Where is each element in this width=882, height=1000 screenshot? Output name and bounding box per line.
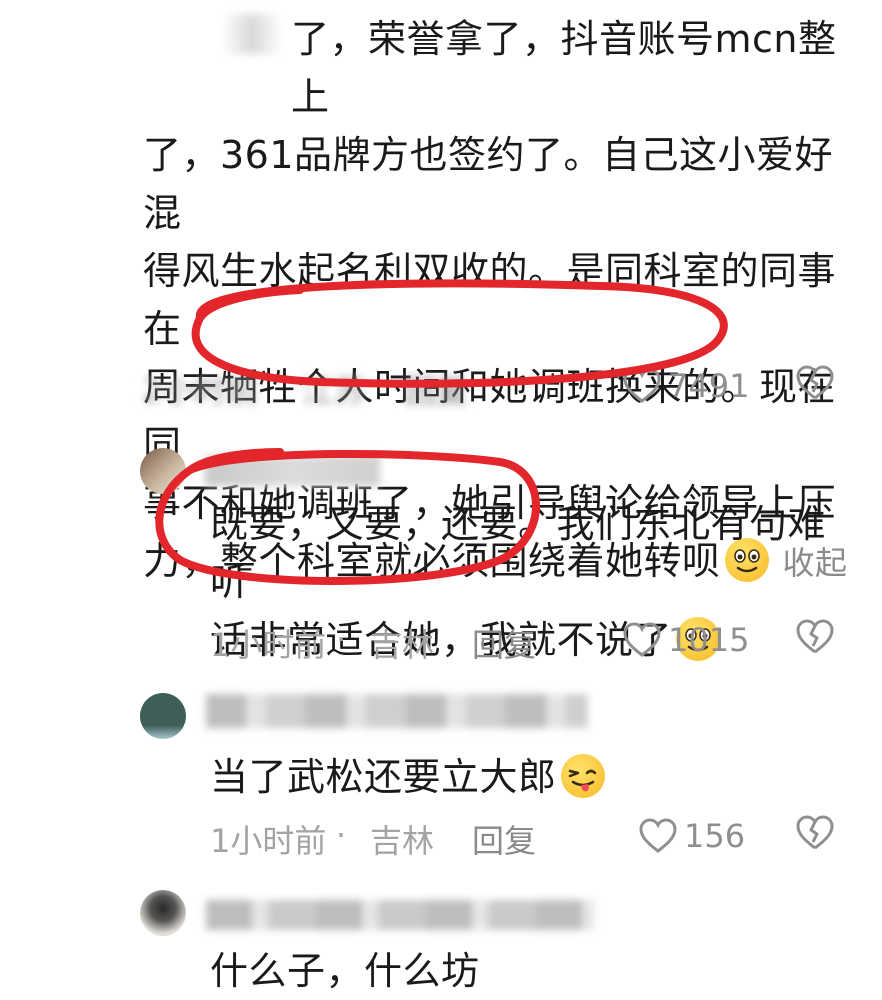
dislike-broken-heart-icon[interactable] — [795, 364, 835, 402]
comment-2-line-1: 既要，又要，还要。我们东北有句难听 — [210, 502, 827, 604]
dislike-broken-heart-icon[interactable] — [795, 618, 835, 656]
comment-3-reply-button[interactable]: 回复 — [472, 816, 536, 862]
winking-tongue-emoji-icon — [560, 754, 605, 798]
comment-2-avatar[interactable] — [140, 448, 186, 494]
comment-2-meta: 1小时前 · 吉林 回复 — [210, 616, 610, 666]
comment-1-like-button[interactable]: 7491 — [622, 364, 749, 408]
comment-4-username-redacted — [206, 900, 594, 930]
comment-1-line-2: 了，361品牌方也签约了。自己这小爱好混 — [143, 133, 834, 235]
comment-2-time: 1小时前 — [210, 626, 327, 664]
comment-1-line-3: 得风生水起名利双收的。是同科室的同事在 — [143, 249, 837, 351]
comment-4-avatar[interactable] — [140, 890, 186, 936]
comment-1-like-count: 7491 — [668, 367, 750, 405]
comment-3-like-button[interactable]: 156 — [638, 814, 745, 858]
heart-icon — [638, 817, 678, 855]
comment-3-username-redacted — [206, 694, 588, 728]
comment-3-time: 1小时前 — [210, 822, 327, 860]
comment-1-reply-button[interactable]: 回复 — [404, 366, 468, 412]
comment-3-text-content: 当了武松还要立大郎 — [210, 755, 557, 799]
comment-3-text: 当了武松还要立大郎 — [210, 748, 605, 806]
comment-2-like-count: 1015 — [668, 621, 750, 659]
comment-3-meta: 1小时前 · 吉林 回复 — [210, 812, 610, 862]
comment-2-location: 吉林 — [370, 626, 435, 664]
comment-4-text: 什么子，什么坊 — [210, 949, 480, 993]
comment-2-like-button[interactable]: 1015 — [622, 618, 749, 662]
comment-2-reply-button[interactable]: 回复 — [472, 620, 536, 666]
comment-1-time: 2小时前 — [142, 372, 259, 410]
comment-2-dot: · — [336, 620, 347, 658]
heart-icon — [622, 621, 662, 659]
comment-2-username-redacted — [205, 456, 380, 486]
comment-1-location: 江苏 — [302, 372, 367, 410]
dislike-broken-heart-icon[interactable] — [795, 814, 835, 852]
comment-3-avatar[interactable] — [140, 693, 186, 739]
heart-icon — [622, 367, 662, 405]
comment-3-location: 吉林 — [370, 822, 435, 860]
comment-3-dot: · — [336, 816, 347, 854]
comment-1-line-1: 了，荣誉拿了，抖音账号mcn整上 — [291, 17, 837, 119]
comment-3-like-count: 156 — [684, 817, 746, 855]
